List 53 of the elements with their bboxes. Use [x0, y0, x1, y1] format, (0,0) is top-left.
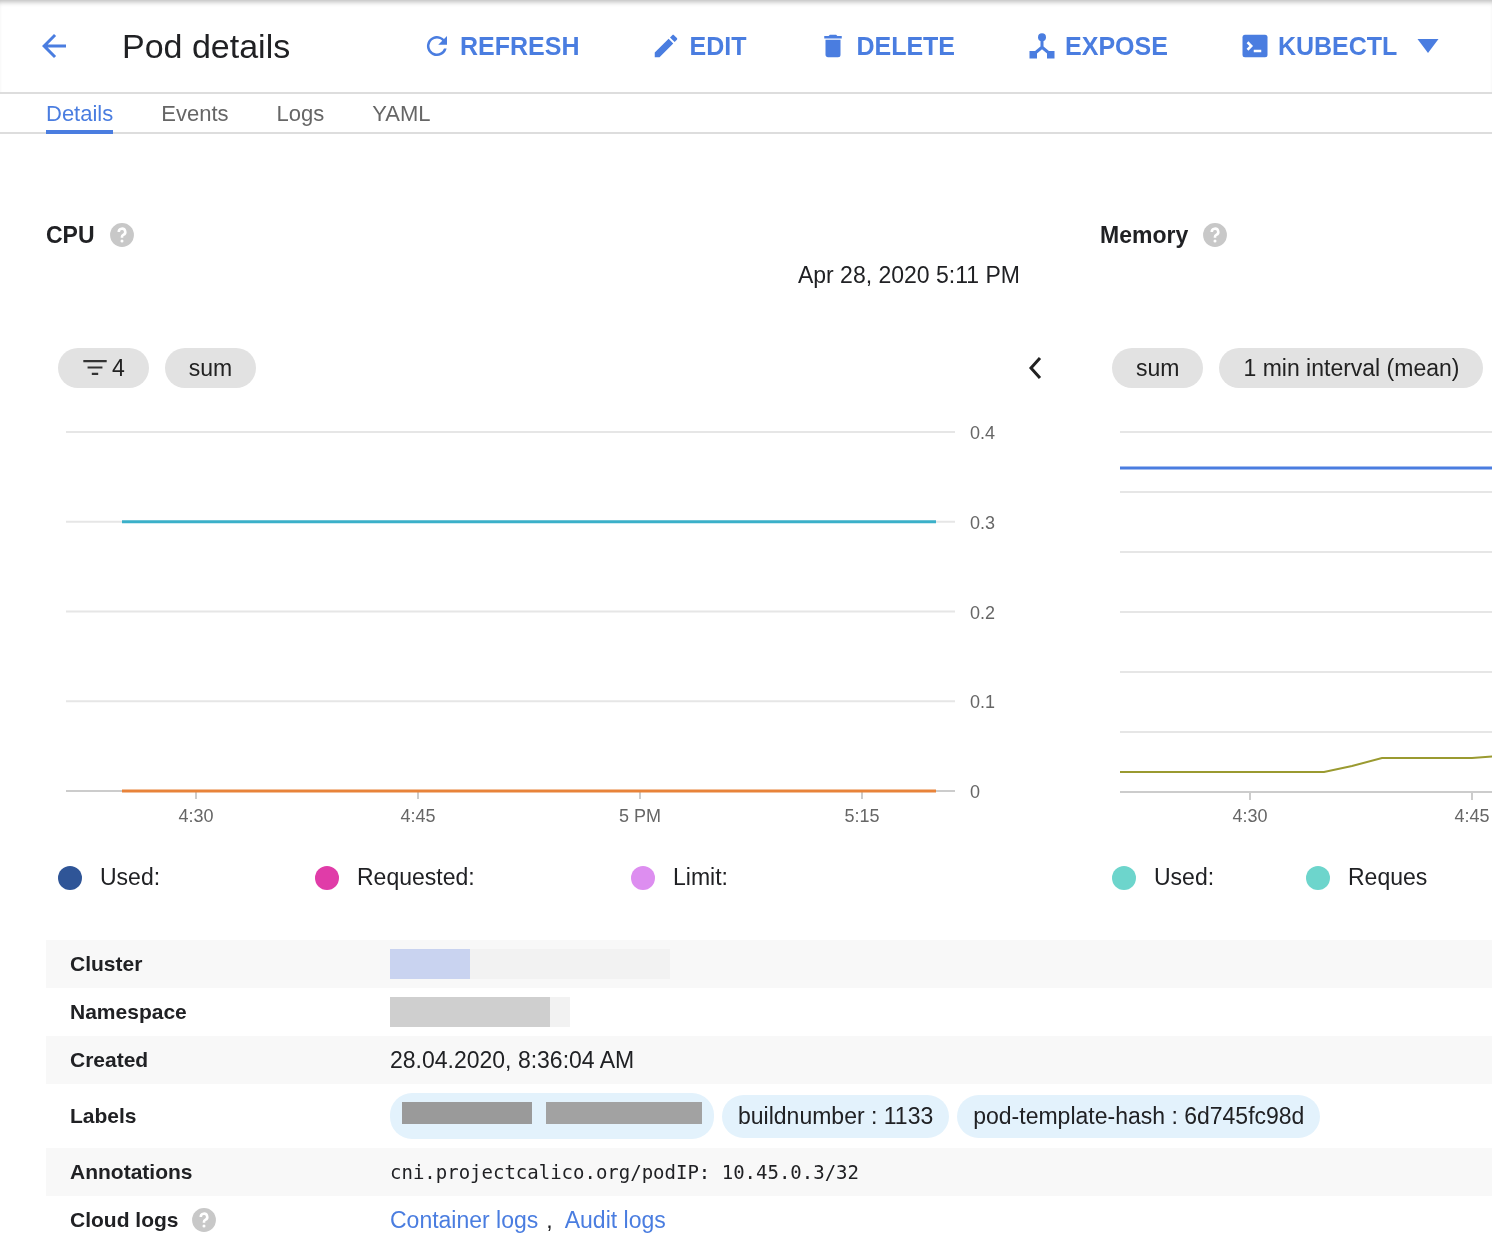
legend-label: Used: — [100, 864, 161, 891]
axis-label: 5:15 — [844, 806, 880, 826]
legend-label: Requested: — [357, 864, 475, 891]
field-label: Cluster — [70, 952, 143, 976]
axis-label: 4:45 — [400, 806, 436, 826]
field-label: Cloud logs — [70, 1208, 179, 1232]
axis-label: 0.4 — [970, 423, 996, 443]
filter-chip[interactable]: 1 min interval (mean) — [1219, 348, 1484, 388]
timestamp: Apr 28, 2020 5:11 PM — [796, 262, 1021, 290]
legend-label: Limit: — [673, 864, 728, 891]
caret-icon — [1417, 39, 1440, 53]
network-icon — [1027, 31, 1058, 61]
tab[interactable]: Details — [46, 94, 114, 134]
separator: , — [546, 1206, 553, 1234]
field-value: 28.04.2020, 8:36:04 AM — [390, 1046, 635, 1074]
axis-label: 5 PM — [619, 806, 661, 826]
tab[interactable]: Events — [161, 94, 229, 134]
field-value: cni.projectcalico.org/podIP: 10.45.0.3/32 — [390, 1161, 859, 1183]
help-icon[interactable] — [1202, 222, 1229, 248]
toolbar-button[interactable]: EDIT — [651, 25, 747, 67]
filter-icon — [82, 359, 108, 377]
toolbar-button[interactable]: KUBECTL — [1239, 25, 1440, 67]
help-icon[interactable] — [190, 1207, 217, 1233]
legend-label: Reques — [1348, 864, 1428, 891]
label-chip: pod-template-hash : 6d745fc98d — [957, 1094, 1321, 1138]
axis-label: 4:45 — [1454, 806, 1490, 826]
axis-label: 0.1 — [970, 692, 996, 713]
toolbar-button[interactable]: DELETE — [818, 25, 956, 67]
help-icon[interactable] — [108, 222, 135, 248]
filter-chip[interactable]: sum — [164, 348, 257, 388]
filter-chip[interactable]: sum — [1112, 348, 1204, 388]
log-link[interactable]: Container logs — [390, 1206, 539, 1234]
chevron-left-icon[interactable] — [1028, 356, 1044, 380]
toolbar-button[interactable]: EXPOSE — [1027, 25, 1168, 67]
tab[interactable]: YAML — [372, 94, 431, 134]
log-link[interactable]: Audit logs — [564, 1206, 666, 1234]
axis-label: 0.2 — [970, 602, 996, 623]
axis-label: 4:30 — [1232, 806, 1268, 826]
page-title: Pod details — [122, 26, 292, 66]
label-chip: buildnumber : 1133 — [722, 1094, 950, 1138]
axis-label: 0.3 — [970, 512, 996, 533]
field-label: Labels — [70, 1104, 137, 1128]
tab[interactable]: Logs — [276, 94, 325, 134]
field-label: Annotations — [70, 1160, 193, 1184]
axis-label: 0 — [970, 782, 980, 802]
chart-title: Memory — [1100, 221, 1189, 249]
filter-chip[interactable]: 4 — [58, 348, 149, 388]
toolbar-button[interactable]: REFRESH — [422, 25, 580, 67]
field-label: Namespace — [70, 1000, 187, 1024]
axis-label: 4:30 — [178, 806, 214, 826]
legend-label: Used: — [1154, 864, 1215, 891]
field-label: Created — [70, 1048, 149, 1072]
chart-title: CPU — [46, 221, 95, 249]
